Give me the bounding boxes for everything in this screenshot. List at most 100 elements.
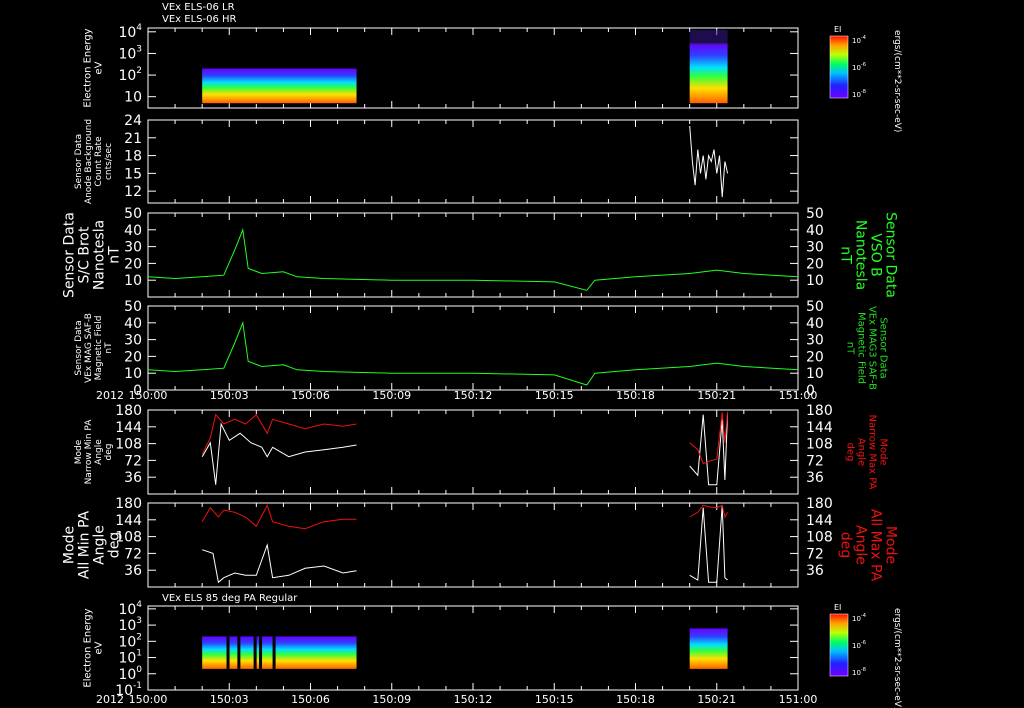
p4-ytick-label-r: 10 <box>806 366 824 382</box>
p6-series-2 <box>689 505 728 583</box>
p2-ytick-label: 12 <box>124 184 142 200</box>
p3-ytick-label: 40 <box>124 223 142 239</box>
p1-colorbar-title: EI <box>834 25 841 34</box>
p5-ylabel-right: ModeNarrow Max PAAngledeg <box>845 415 889 490</box>
p5-ylabel-right-line: Angle <box>856 438 867 466</box>
p2-ytick-label: 24 <box>124 113 142 129</box>
p4-ylabel-line: VEx MAG SAF-B <box>84 313 94 383</box>
p5-frame <box>147 409 799 495</box>
p3-ylabel-line: S/C Brot <box>77 226 93 283</box>
p7-colorbar-tick: 10-4 <box>852 613 866 623</box>
p3-ytick-label-r: 10 <box>806 273 824 289</box>
p6-series-0 <box>202 543 357 584</box>
p4-ytick-label: 20 <box>124 349 142 365</box>
p4-ytick-label: 50 <box>124 299 142 315</box>
p7-data-gap-1 <box>237 636 241 669</box>
p4-year-label: 2012 <box>96 389 124 402</box>
p1-ytick-label: 102 <box>118 66 142 84</box>
p3-ylabel-right-line: Sensor Data <box>883 212 899 298</box>
p1-ylabel-line: Electron Energy <box>83 28 94 107</box>
p7-ylabel-line: Electron Energy <box>83 608 94 687</box>
p7-colorbar-units-text: ergs/(cm**2-sr-sec-eV) <box>892 608 902 708</box>
p4-xtick-label: 150:00 <box>129 389 168 402</box>
p7-colorbar-tick: 10-8 <box>852 667 866 677</box>
p1-ytick-label: 104 <box>118 23 142 41</box>
p7-ylabel: Electron Energy eV <box>83 608 105 687</box>
p5-ylabel-right-line: Mode <box>878 438 889 465</box>
p5-ylabel-line: Mode <box>74 439 84 464</box>
p2-ylabel-line: cnts/sec <box>104 143 114 180</box>
p1-colorbar-units: ergs/(cm**2-sr-sec-eV) <box>892 30 902 132</box>
p1-colorbar-tick: 10-8 <box>852 89 866 99</box>
p6-ylabel: Mode All Min PA Angle deg <box>62 510 123 579</box>
p6-series-1 <box>201 504 357 530</box>
p1-ytick-label: 10 <box>124 90 142 106</box>
multi-panel-chart: 10410310210Electron Energy eVEI10-410-610… <box>62 23 903 708</box>
p1-ytick-label: 103 <box>118 44 142 62</box>
p6-ytick-label: 72 <box>124 546 142 562</box>
p1-spectrogram-sparse <box>689 30 728 46</box>
p3-ytick-label-r: 50 <box>806 206 824 222</box>
p5-ytick-label-r: 72 <box>806 453 824 469</box>
p6-ytick-label: 180 <box>115 496 142 512</box>
p2-ytick-label: 15 <box>124 166 142 182</box>
p1-colorbar <box>829 35 849 99</box>
p7-colorbar-title: EI <box>834 603 841 612</box>
p4-series-0 <box>147 320 799 386</box>
p3-ylabel: Sensor Data S/C Brot Nanotesla nT <box>62 212 123 298</box>
p4-ylabel-right-line: Sensor Data <box>878 317 889 378</box>
p6-ytick-label: 36 <box>124 563 142 579</box>
p5-ytick-label: 72 <box>124 453 142 469</box>
p6-ylabel-line: Mode <box>62 526 78 564</box>
p1-colorbar-tick: 10-4 <box>852 35 866 45</box>
p6-ylabel-line: Angle <box>92 525 108 565</box>
p5-ytick-label-r: 36 <box>806 470 824 486</box>
p4-ytick-label-r: 20 <box>806 349 824 365</box>
p7-data-gap-2 <box>253 636 257 669</box>
p3-ytick-label-r: 40 <box>806 223 824 239</box>
p5-ylabel-line: Angle <box>94 439 104 465</box>
p1-ylabel-line: eV <box>94 61 105 74</box>
p4-ytick-label: 40 <box>124 316 142 332</box>
p7-data-gap-3 <box>259 636 263 669</box>
p7-xtick-label: 150:09 <box>372 693 411 706</box>
p4-ylabel-right: Sensor DataVEx MAG3 SAF-BMagnetic Fieldn… <box>845 306 889 390</box>
p3-ylabel-right-line: Nanotesla <box>853 220 869 290</box>
p4-ylabel-line: Magnetic Field <box>94 316 104 381</box>
p6-ylabel-right-line: deg <box>838 532 854 558</box>
p2-ylabel-line: Anode Background <box>84 119 94 204</box>
p2-ytick-label: 21 <box>124 131 142 147</box>
p6-ylabel-right: ModeAll Max PAAngledeg <box>838 509 899 582</box>
p4-ytick-label: 30 <box>124 333 142 349</box>
p7-data-gap-0 <box>226 636 230 669</box>
p5-ytick-label: 108 <box>115 437 142 453</box>
p4-ytick-label-r: 50 <box>806 299 824 315</box>
p5-ytick-label: 36 <box>124 470 142 486</box>
p6-ytick-label: 144 <box>115 513 142 529</box>
p4-ylabel-line: Sensor Data <box>74 320 84 375</box>
p6-ylabel-right-line: All Max PA <box>868 509 884 582</box>
p2-ylabel-line: Sensor Data <box>74 134 84 189</box>
p6-ytick-label-r: 144 <box>806 513 833 529</box>
p3-ylabel-line: Nanotesla <box>92 220 108 290</box>
p5-ylabel-right-line: Narrow Max PA <box>867 415 878 490</box>
p3-ytick-label-r: 20 <box>806 256 824 272</box>
p3-ylabel-line: nT <box>107 246 123 264</box>
p7-data-gap-4 <box>272 636 276 669</box>
p2-ytick-label: 18 <box>124 149 142 165</box>
p3-ylabel-right-line: nT <box>838 246 854 264</box>
p6-ytick-label-r: 180 <box>806 496 833 512</box>
p1-spectrogram-block-0 <box>202 68 357 104</box>
p7-xtick-label: 150:00 <box>129 693 168 706</box>
p6-ytick-label-r: 72 <box>806 546 824 562</box>
p5-ytick-label-r: 180 <box>806 403 833 419</box>
p7-xtick-label: 150:06 <box>291 693 330 706</box>
p3-ylabel-right: Sensor DataVSO BNanoteslanT <box>838 212 899 298</box>
p4-xtick-label: 150:21 <box>697 389 736 402</box>
p3-ylabel-right-line: VSO B <box>868 233 884 277</box>
p3-ytick-label: 20 <box>124 256 142 272</box>
p6-ylabel-line: deg <box>107 532 123 558</box>
p6-ylabel-right-line: Mode <box>883 526 899 564</box>
p3-ytick-label-r: 30 <box>806 240 824 256</box>
p3-series-0 <box>147 227 799 291</box>
